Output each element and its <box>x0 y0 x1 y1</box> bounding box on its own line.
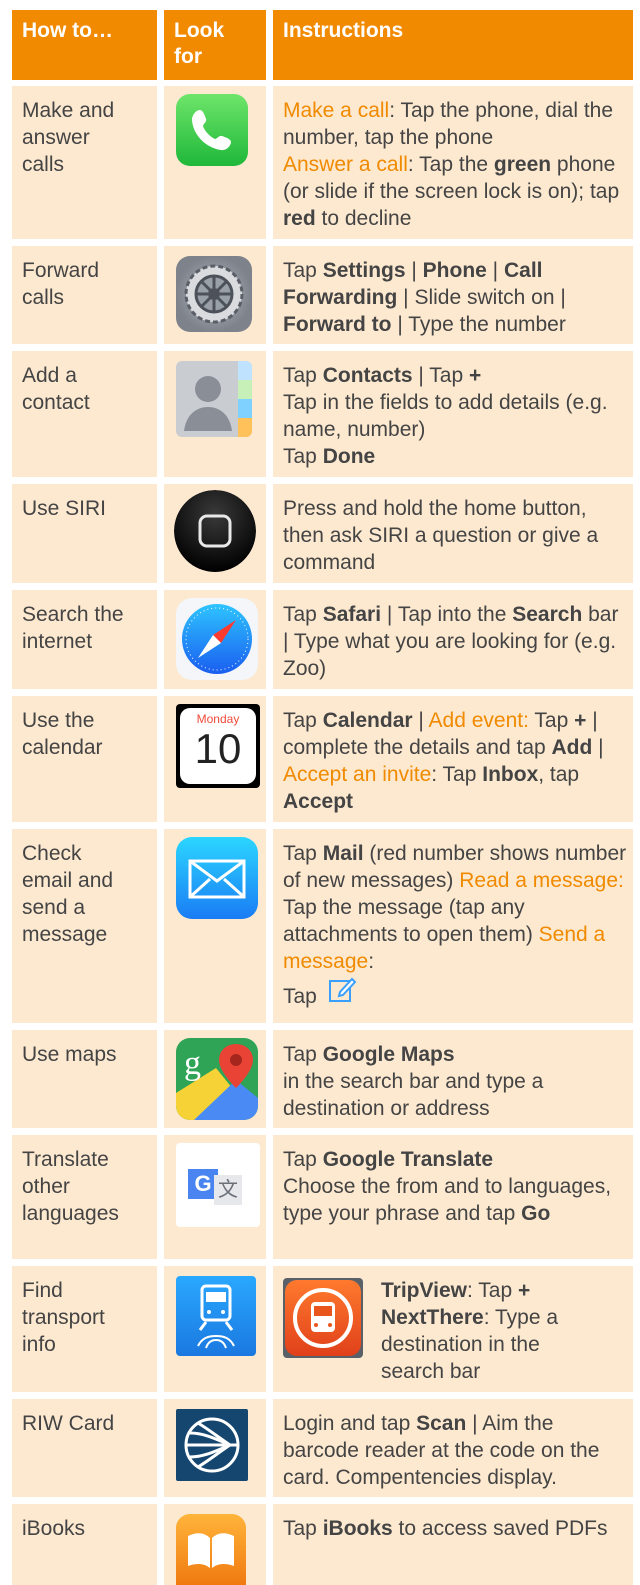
task-cell: Use SIRI <box>12 484 157 583</box>
task-cell: Search the internet <box>12 590 157 689</box>
settings-app-icon <box>176 256 252 332</box>
instructions-cell: Tap Settings | Phone | Call Forwarding |… <box>273 246 633 344</box>
instructions-cell: Make a call: Tap the phone, dial the num… <box>273 86 633 239</box>
ibooks-icon <box>176 1514 246 1585</box>
icon-cell <box>164 1504 266 1585</box>
icon-cell: G 文 <box>164 1135 266 1259</box>
instructions-cell: Tap Mail (red number shows number of new… <box>273 829 633 1023</box>
icon-cell <box>164 246 266 344</box>
task-cell: RIW Card <box>12 1399 157 1497</box>
icon-cell <box>164 1266 266 1392</box>
icon-cell <box>164 351 266 477</box>
task-cell: Use maps <box>12 1030 157 1128</box>
instructions-cell: TripView: Tap + NextThere: Type a destin… <box>273 1266 633 1392</box>
icon-cell <box>164 1399 266 1497</box>
task-cell: Find transport info <box>12 1266 157 1392</box>
mail-app-icon <box>176 837 258 919</box>
google-maps-icon: g <box>176 1038 258 1120</box>
icon-cell: g <box>164 1030 266 1128</box>
task-cell: Forward calls <box>12 246 157 344</box>
transport-text: TripView: Tap + NextThere: Type a destin… <box>381 1279 559 1356</box>
icon-cell <box>164 484 266 583</box>
header-instructions: Instructions <box>273 10 633 80</box>
instructions-cell: Tap iBooks to access saved PDFs <box>273 1504 633 1585</box>
icon-cell: Monday 10 <box>164 696 266 822</box>
instructions-cell: Press and hold the home button, then ask… <box>273 484 633 583</box>
compose-icon <box>327 975 357 1005</box>
google-translate-icon: G 文 <box>176 1143 260 1227</box>
header-how-to: How to… <box>12 10 157 80</box>
task-cell: iBooks <box>12 1504 157 1585</box>
instructions-cell: Tap Safari | Tap into the Search bar | T… <box>273 590 633 689</box>
icon-cell <box>164 829 266 1023</box>
icon-cell <box>164 590 266 689</box>
instructions-cell: Tap Contacts | Tap + Tap in the fields t… <box>273 351 633 477</box>
instructions-cell: Tap Google Maps in the search bar and ty… <box>273 1030 633 1128</box>
contacts-app-icon <box>176 361 252 437</box>
task-cell: Translate other languages <box>12 1135 157 1259</box>
svg-text:g: g <box>184 1045 201 1082</box>
task-cell: Add a contact <box>12 351 157 477</box>
icon-cell <box>164 86 266 239</box>
header-look-for: Look for <box>164 10 266 80</box>
task-cell: Use the calendar <box>12 696 157 822</box>
calendar-app-icon: Monday 10 <box>176 704 260 788</box>
instructions-cell: Tap Google Translate Choose the from and… <box>273 1135 633 1259</box>
task-cell: Make and answer calls <box>12 86 157 239</box>
home-button-icon <box>174 490 256 572</box>
instructions-cell: Login and tap Scan | Aim the barcode rea… <box>273 1399 633 1497</box>
calendar-face: Monday 10 <box>180 708 256 784</box>
riw-card-icon <box>176 1409 248 1481</box>
phone-app-icon <box>176 94 248 166</box>
safari-app-icon <box>176 598 258 680</box>
nextthere-icon <box>283 1278 363 1358</box>
task-cell: Check email and send a message <box>12 829 157 1023</box>
instructions-cell: Tap Calendar | Add event: Tap + | comple… <box>273 696 633 822</box>
tripview-icon <box>176 1276 256 1356</box>
